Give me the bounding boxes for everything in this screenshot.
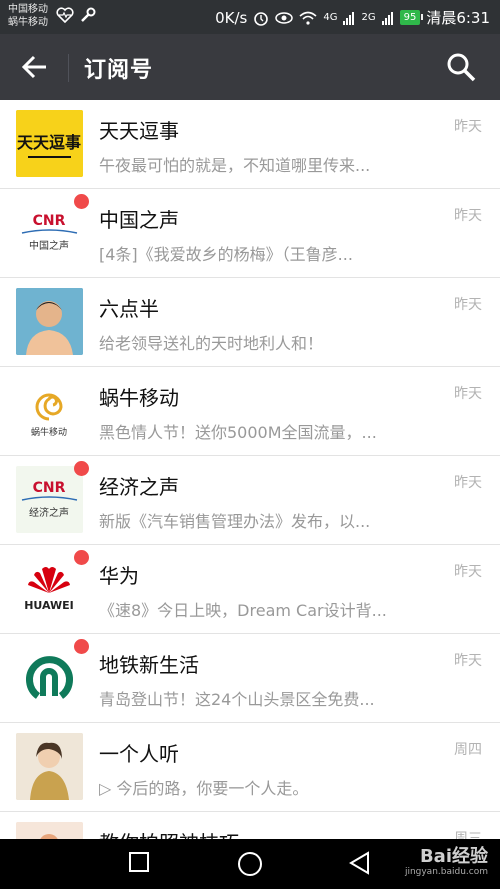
item-name: 经济之声 (99, 475, 179, 499)
subscription-list: 天天逗事 天天逗事 午夜最可怕的就是，不知道哪里传来... 昨天 CNR 中国之… (0, 100, 500, 839)
item-time: 昨天 (454, 564, 482, 580)
svg-text:经济之声: 经济之声 (29, 506, 69, 519)
item-name: 一个人听 (99, 742, 179, 766)
snail-logo-icon: 蜗牛移动 (31, 393, 67, 438)
watermark-url: jingyan.baidu.com (404, 867, 488, 877)
signal-bars-icon (381, 11, 393, 25)
avatar (16, 822, 83, 839)
watermark-brand: Bai经验 (419, 846, 488, 867)
carrier-labels: 中国移动 蜗牛移动 (8, 3, 48, 29)
unread-dot (74, 461, 89, 476)
list-item[interactable]: 地铁新生活 青岛登山节！这24个山头景区全免费... 昨天 (0, 634, 500, 723)
unread-dot (74, 550, 89, 565)
item-time: 昨天 (454, 208, 482, 224)
avatar (16, 644, 83, 711)
network-speed: 0K/s (215, 8, 248, 27)
carrier-2: 蜗牛移动 (8, 17, 48, 28)
status-right: 0K/s 4G 2G 95 清晨6:31 (215, 7, 490, 28)
item-time: 昨天 (454, 386, 482, 402)
item-time: 昨天 (454, 119, 482, 135)
item-preview: [4条]《我爱故乡的杨梅》（王鲁彦... (99, 245, 353, 264)
list-item[interactable]: 教你拍照神技巧 周三 (0, 812, 500, 839)
avatar: 蜗牛移动 (16, 377, 83, 444)
clock: 清晨6:31 (426, 9, 490, 27)
item-time: 昨天 (454, 475, 482, 491)
signal-1-label: 4G (323, 12, 338, 23)
avatar (16, 733, 83, 800)
cnr-logo-icon: CNR 经济之声 (16, 466, 83, 533)
person-photo-icon (16, 733, 83, 800)
carrier-1: 中国移动 (8, 4, 48, 15)
cnr-logo-icon: CNR 中国之声 (21, 213, 78, 252)
svg-text:蜗牛移动: 蜗牛移动 (31, 426, 67, 438)
huawei-logo-icon: HUAWEI (24, 567, 74, 612)
item-preview: 给老领导送礼的天时地利人和！ (99, 334, 324, 353)
avatar: HUAWEI (16, 555, 83, 622)
header-bar: 订阅号 (0, 34, 500, 100)
svg-text:CNR: CNR (33, 213, 66, 229)
item-name: 华为 (99, 564, 139, 588)
svg-text:中国之声: 中国之声 (29, 239, 69, 252)
person-photo-icon (16, 822, 83, 839)
navigation-bar: Bai经验 jingyan.baidu.com (0, 839, 500, 889)
wifi-icon (299, 11, 317, 25)
item-time: 周四 (454, 742, 482, 758)
item-preview: 午夜最可怕的就是，不知道哪里传来... (99, 156, 371, 175)
metro-logo-icon (26, 656, 73, 699)
item-preview: 新版《汽车销售管理办法》发布，以... (99, 512, 371, 531)
svg-text:天天逗事: 天天逗事 (17, 133, 81, 152)
item-name: 地铁新生活 (99, 653, 199, 677)
list-item[interactable]: CNR 经济之声 经济之声 新版《汽车销售管理办法》发布，以... 昨天 (0, 456, 500, 545)
signal-2-label: 2G (361, 12, 376, 23)
item-time: 昨天 (454, 297, 482, 313)
item-name: 蜗牛移动 (99, 386, 179, 410)
avatar (16, 288, 83, 355)
alarm-icon (254, 11, 269, 26)
list-item[interactable]: 六点半 给老领导送礼的天时地利人和！ 昨天 (0, 278, 500, 367)
battery-indicator: 95 (399, 10, 424, 25)
eye-icon (275, 11, 294, 24)
heart-rate-icon (56, 7, 74, 23)
wrench-icon (81, 7, 96, 22)
watermark: Bai经验 jingyan.baidu.com (405, 847, 488, 878)
status-bar: 中国移动 蜗牛移动 0K/s 4G 2G 95 清晨6:31 (0, 0, 500, 34)
item-time: 昨天 (454, 653, 482, 669)
page-title: 订阅号 (84, 58, 154, 83)
item-name: 中国之声 (99, 208, 179, 232)
status-left-icons (56, 7, 96, 23)
list-item[interactable]: 天天逗事 天天逗事 午夜最可怕的就是，不知道哪里传来... 昨天 (0, 100, 500, 189)
signal-bars-icon (343, 11, 355, 25)
unread-dot (74, 194, 89, 209)
header-divider (68, 54, 69, 82)
svg-text:HUAWEI: HUAWEI (24, 599, 74, 612)
svg-text:CNR: CNR (33, 480, 66, 496)
list-item[interactable]: HUAWEI 华为 《速8》今日上映，Dream Car设计背... 昨天 (0, 545, 500, 634)
back-triangle-icon[interactable] (348, 851, 372, 875)
item-name: 六点半 (99, 297, 159, 321)
home-icon[interactable] (237, 851, 263, 877)
back-arrow-icon[interactable] (20, 54, 48, 80)
search-icon[interactable] (446, 52, 476, 82)
list-item[interactable]: 一个人听 ▷ 今后的路，你要一个人走。 周四 (0, 723, 500, 812)
list-item[interactable]: CNR 中国之声 中国之声 [4条]《我爱故乡的杨梅》（王鲁彦... 昨天 (0, 189, 500, 278)
item-time: 周三 (454, 831, 482, 839)
avatar: CNR 中国之声 (16, 199, 83, 266)
person-photo-icon (16, 288, 83, 355)
avatar: CNR 经济之声 (16, 466, 83, 533)
item-preview: ▷ 今后的路，你要一个人走。 (99, 779, 309, 798)
item-name: 天天逗事 (99, 119, 179, 143)
unread-dot (74, 639, 89, 654)
tiantian-logo-icon: 天天逗事 (16, 110, 83, 177)
item-preview: 黑色情人节！送你5000M全国流量，... (99, 423, 377, 442)
item-preview: 青岛登山节！这24个山头景区全免费... (99, 690, 375, 709)
list-item[interactable]: 蜗牛移动 蜗牛移动 黑色情人节！送你5000M全国流量，... 昨天 (0, 367, 500, 456)
item-name: 教你拍照神技巧 (99, 827, 239, 839)
item-preview: 《速8》今日上映，Dream Car设计背... (99, 601, 387, 620)
recent-apps-icon[interactable] (128, 851, 150, 873)
avatar: 天天逗事 (16, 110, 83, 177)
